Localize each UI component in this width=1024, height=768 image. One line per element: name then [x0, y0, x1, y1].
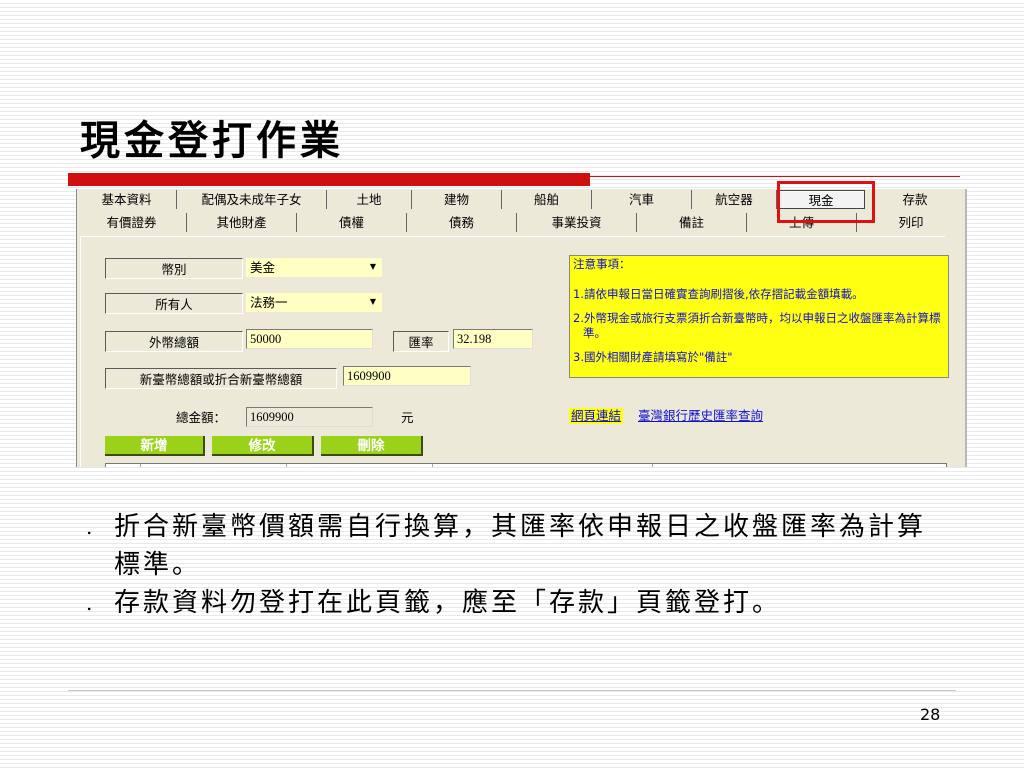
tab-remarks[interactable]: 備註 [637, 213, 747, 232]
dropdown-arrow-icon: ▼ [369, 297, 377, 306]
grid-column-divider [286, 464, 287, 467]
ntd-total-input[interactable]: 1609900 [343, 366, 471, 386]
tab-car[interactable]: 汽車 [592, 190, 692, 209]
delete-button[interactable]: 刪除 [321, 436, 423, 456]
footer-line [68, 690, 956, 691]
grand-total-label: 總金額： [176, 410, 227, 425]
bullet-text-1: 折合新臺幣價額需自行換算，其匯率依申報日之收盤匯率為計算標準。 [114, 512, 927, 580]
currency-value: 美金 [250, 260, 276, 275]
ntd-total-label: 新臺幣總額或折合新臺幣總額 [105, 368, 337, 389]
slide-title: 現金登打作業 [80, 117, 344, 164]
tab-land[interactable]: 土地 [327, 190, 412, 209]
grand-total-field: 1609900 [246, 407, 373, 427]
bullet-marker: . [86, 591, 93, 615]
tab-building[interactable]: 建物 [412, 190, 502, 209]
grid-column-divider [652, 464, 653, 467]
currency-label: 幣別 [105, 258, 243, 279]
tab-spouse-minor-children[interactable]: 配偶及未成年子女 [177, 190, 327, 209]
bullet-list: . 折合新臺幣價額需自行換算，其匯率依申報日之收盤匯率為計算標準。 . 存款資料… [80, 508, 934, 622]
edit-button[interactable]: 修改 [212, 436, 314, 456]
tab-deposit[interactable]: 存款 [865, 190, 965, 209]
notice-item-3: 3.國外相關財產請填寫於"備註" [573, 350, 733, 364]
cash-form-panel: 幣別 美金 ▼ 所有人 法務一 ▼ 外幣總額 50000 匯率 32.198 新… [80, 236, 949, 467]
grand-total-unit: 元 [401, 410, 414, 425]
tab-claims[interactable]: 債權 [297, 213, 407, 232]
web-link[interactable]: 網頁連結 [569, 408, 624, 424]
owner-value: 法務一 [250, 295, 288, 310]
foreign-total-label: 外幣總額 [105, 331, 243, 352]
bullet-item: . 存款資料勿登打在此頁籤，應至「存款」頁籤登打。 [80, 584, 934, 622]
bullet-item: . 折合新臺幣價額需自行換算，其匯率依申報日之收盤匯率為計算標準。 [80, 508, 934, 584]
foreign-total-input[interactable]: 50000 [246, 329, 373, 349]
tab-other-property[interactable]: 其他財產 [187, 213, 297, 232]
rate-input[interactable]: 32.198 [453, 329, 533, 349]
tab-basic-info[interactable]: 基本資料 [77, 190, 177, 209]
dropdown-arrow-icon: ▼ [369, 262, 377, 271]
currency-select[interactable]: 美金 ▼ [246, 258, 382, 277]
notice-item-2: 2.外幣現金或旅行支票須折合新臺幣時，均以申報日之收盤匯率為計算標準。 [573, 311, 941, 340]
notice-title: 注意事項： [573, 257, 631, 271]
notice-box: 注意事項： 1.請依申報日當日確實查詢刷摺後,依存摺記載金額填載。 2.外幣現金… [569, 255, 949, 378]
app-window: 基本資料 配偶及未成年子女 土地 建物 船舶 汽車 航空器 現金 存款 有價證券… [76, 189, 967, 467]
grid-column-divider [432, 464, 433, 467]
bullet-text-2: 存款資料勿登打在此頁籤，應至「存款」頁籤登打。 [114, 588, 782, 618]
bank-history-rate-link[interactable]: 臺灣銀行歷史匯率查詢 [638, 408, 763, 424]
owner-label: 所有人 [105, 293, 243, 314]
records-grid [105, 463, 947, 467]
tab-debts[interactable]: 債務 [407, 213, 517, 232]
title-underline-bar [68, 173, 590, 186]
title-underline-line [590, 176, 960, 177]
grid-column-divider [140, 464, 141, 467]
page-number: 28 [920, 705, 941, 724]
rate-label: 匯率 [393, 331, 449, 352]
notice-item-1: 1.請依申報日當日確實查詢刷摺後,依存摺記載金額填載。 [573, 287, 864, 301]
tab-aircraft[interactable]: 航空器 [692, 190, 777, 209]
add-button[interactable]: 新增 [105, 436, 205, 456]
tab-business-investment[interactable]: 事業投資 [517, 213, 637, 232]
owner-select[interactable]: 法務一 ▼ [246, 293, 382, 312]
tab-securities[interactable]: 有價證券 [77, 213, 187, 232]
bullet-marker: . [86, 515, 93, 539]
tab-ship[interactable]: 船舶 [502, 190, 592, 209]
cash-tab-highlight [777, 181, 875, 223]
